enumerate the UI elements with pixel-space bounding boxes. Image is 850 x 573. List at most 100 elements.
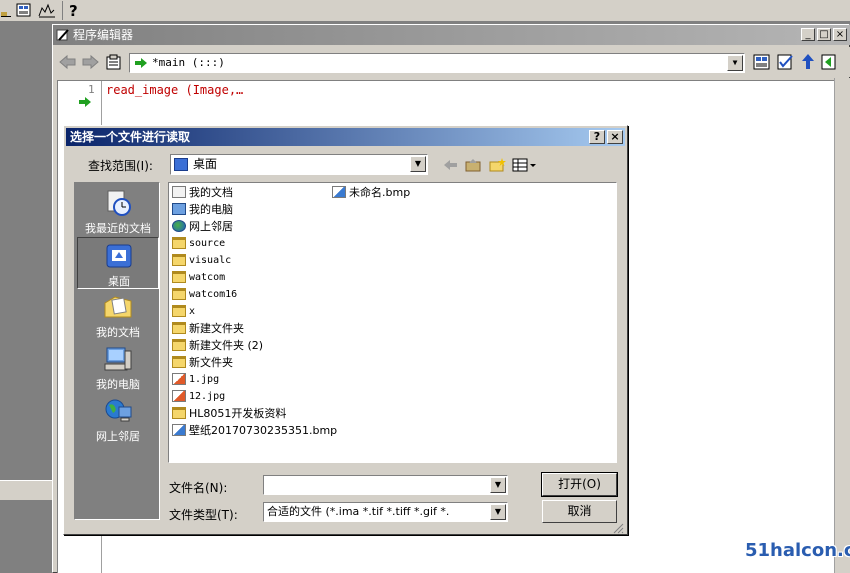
minimize-button[interactable]: _: [801, 28, 815, 41]
new-folder-icon[interactable]: [488, 157, 506, 173]
editor-icon: [56, 29, 69, 41]
folder-icon: [172, 288, 186, 300]
file-name: 未命名.bmp: [349, 186, 411, 199]
file-type-label: 文件类型(T):: [169, 508, 238, 522]
bmp-file-icon: [332, 186, 346, 198]
breakpoint-icon[interactable]: [821, 53, 839, 71]
left-status-strip: [0, 480, 52, 500]
file-name-dropdown-button[interactable]: ▼: [490, 477, 506, 493]
look-in-select[interactable]: 桌面 ▼: [170, 154, 428, 175]
histogram-icon[interactable]: [38, 2, 56, 18]
place-label: 网上邻居: [96, 430, 140, 443]
place-label: 我的电脑: [96, 378, 140, 391]
step-into-icon[interactable]: [799, 53, 817, 71]
folder-icon: [172, 254, 186, 266]
my-documents-icon: [172, 186, 186, 198]
resize-grip-icon[interactable]: [612, 522, 624, 534]
desktop-icon: [106, 244, 132, 268]
file-name: 新建文件夹: [189, 322, 244, 335]
file-type-value: 合适的文件 (*.ima *.tif *.tiff *.gif *.: [267, 505, 450, 518]
forward-arrow-icon[interactable]: [81, 54, 99, 70]
file-name: 新文件夹: [189, 356, 233, 369]
procedure-icon[interactable]: [105, 53, 123, 71]
maximize-button[interactable]: □: [817, 28, 831, 41]
file-name: watcom16: [189, 289, 238, 300]
place-label: 我最近的文档: [85, 222, 151, 235]
dialog-close-button[interactable]: ×: [607, 130, 623, 144]
jpg-file-icon: [172, 390, 186, 402]
editor-title: 程序编辑器: [73, 28, 134, 42]
procedure-dropdown-button[interactable]: ▼: [727, 55, 743, 71]
folder-icon: [172, 237, 186, 249]
place-label: 桌面: [108, 275, 130, 288]
folder-icon: [172, 271, 186, 283]
file-type-dropdown-button[interactable]: ▼: [490, 504, 506, 520]
place-my-computer[interactable]: 我的电脑: [77, 341, 159, 393]
my-documents-icon: [104, 296, 132, 318]
procedure-edit-icon[interactable]: [753, 53, 771, 71]
file-name: source: [189, 238, 226, 249]
file-name-input[interactable]: ▼: [263, 475, 508, 495]
file-name: 我的文档: [189, 186, 233, 199]
file-name: 1.jpg: [189, 374, 220, 385]
file-list[interactable]: 我的文档 我的电脑 网上邻居 source visualc watcom wat…: [168, 182, 617, 463]
file-type-select[interactable]: 合适的文件 (*.ima *.tif *.tiff *.gif *. ▼: [263, 502, 508, 522]
file-name: x: [189, 306, 196, 317]
dialog-title: 选择一个文件进行读取: [70, 130, 191, 144]
place-recent-documents[interactable]: 我最近的文档: [77, 185, 159, 237]
close-button[interactable]: ×: [833, 28, 847, 41]
view-menu-icon[interactable]: [512, 157, 538, 173]
network-places-icon: [172, 220, 186, 232]
file-name: 网上邻居: [189, 220, 233, 233]
file-name: visualc: [189, 255, 232, 266]
folder-icon: [172, 305, 186, 317]
bmp-file-icon: [172, 424, 186, 436]
help-button[interactable]: ?: [589, 130, 605, 144]
place-desktop[interactable]: 桌面: [77, 237, 159, 289]
svg-text:?: ?: [69, 2, 78, 18]
procedure-name: *main (:::): [152, 56, 225, 69]
my-computer-icon: [104, 347, 132, 371]
recent-documents-icon: [107, 190, 131, 216]
file-name-label: 文件名(N):: [169, 481, 228, 495]
editor-title-bar[interactable]: 程序编辑器 _ □ ×: [53, 25, 850, 45]
look-in-dropdown-button[interactable]: ▼: [410, 156, 426, 172]
cancel-button[interactable]: 取消: [542, 500, 617, 523]
code-line[interactable]: read_image (Image,…: [106, 83, 243, 97]
file-name: 12.jpg: [189, 391, 226, 402]
variable-window-icon[interactable]: [15, 2, 33, 18]
file-open-dialog: 选择一个文件进行读取 ? × 查找范围(I): 桌面 ▼ 我最近的文档 桌面 我…: [63, 125, 628, 535]
file-name: HL8051开发板资料: [189, 407, 287, 420]
line-number: 1: [88, 83, 95, 96]
desktop-icon: [174, 158, 188, 171]
places-bar: 我最近的文档 桌面 我的文档 我的电脑 网上邻居: [74, 182, 160, 520]
open-button[interactable]: 打开(O): [541, 472, 618, 497]
folder-shortcut-icon: [172, 407, 186, 419]
place-label: 我的文档: [96, 326, 140, 339]
folder-icon: [172, 339, 186, 351]
file-name: 新建文件夹 (2): [189, 339, 264, 352]
file-name: 壁纸20170730235351.bmp: [189, 424, 338, 437]
look-in-value: 桌面: [193, 157, 218, 171]
place-network-places[interactable]: 网上邻居: [77, 393, 159, 445]
procedure-select[interactable]: *main (:::) ▼: [129, 53, 745, 73]
place-my-documents[interactable]: 我的文档: [77, 289, 159, 341]
up-folder-icon[interactable]: [464, 157, 482, 173]
back-icon[interactable]: [442, 157, 460, 173]
app-toolbar: ?: [0, 0, 850, 22]
edit-check-icon[interactable]: [777, 53, 795, 71]
file-name: 我的电脑: [189, 203, 233, 216]
right-scrollbar[interactable]: [834, 78, 850, 573]
green-arrow-icon: [135, 58, 147, 68]
my-computer-icon: [172, 203, 186, 215]
dialog-title-bar[interactable]: 选择一个文件进行读取 ? ×: [66, 128, 625, 146]
network-places-icon: [105, 399, 132, 422]
back-arrow-icon[interactable]: [59, 54, 77, 70]
file-name: watcom: [189, 272, 226, 283]
watermark: 51halcon.com: [745, 540, 850, 561]
jpg-file-icon: [172, 373, 186, 385]
help-icon[interactable]: ?: [66, 2, 84, 18]
program-counter-icon: [79, 97, 91, 107]
editor-toolbar: *main (:::) ▼: [53, 47, 850, 77]
look-in-label: 查找范围(I):: [88, 159, 153, 173]
